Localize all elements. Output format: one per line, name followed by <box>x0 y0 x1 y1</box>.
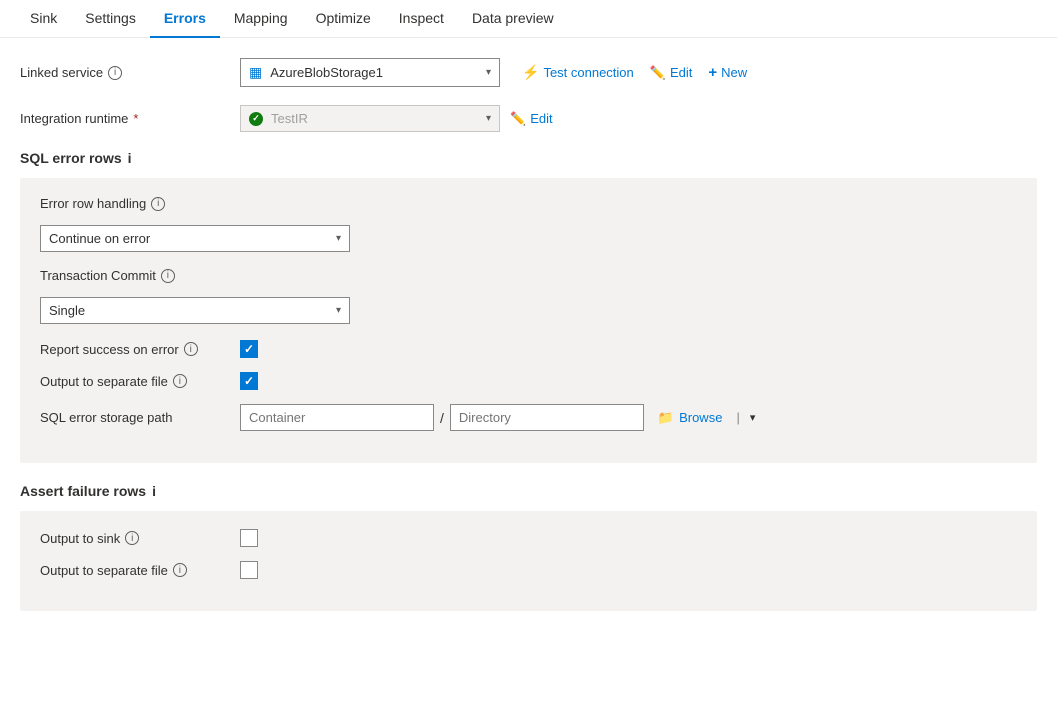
runtime-dropdown-chevron-icon: ▾ <box>486 113 491 124</box>
linked-service-control: ▦ AzureBlobStorage1 ▾ ⚡ Test connection … <box>240 58 747 87</box>
report-success-checkbox[interactable] <box>240 340 258 358</box>
transaction-commit-control: Single ▾ <box>40 297 1017 324</box>
edit-runtime-icon: ✏️ <box>510 111 526 127</box>
linked-service-label: Linked service i <box>20 65 240 80</box>
transaction-commit-chevron-icon: ▾ <box>336 305 341 316</box>
integration-runtime-row: Integration runtime * TestIR ▾ ✏️ Edit <box>20 105 1037 132</box>
edit-linked-service-icon: ✏️ <box>650 65 666 81</box>
linked-service-dropdown[interactable]: ▦ AzureBlobStorage1 ▾ <box>240 58 500 87</box>
assert-failure-rows-box: Output to sink i Output to separate file… <box>20 511 1037 611</box>
output-to-sink-row: Output to sink i <box>40 529 1017 547</box>
error-row-handling-row: Error row handling i <box>40 196 1017 211</box>
report-success-row: Report success on error i <box>40 340 1017 358</box>
tab-bar: Sink Settings Errors Mapping Optimize In… <box>0 0 1057 38</box>
linked-service-row: Linked service i ▦ AzureBlobStorage1 ▾ ⚡… <box>20 58 1037 87</box>
storage-path-controls: / 📁 Browse | ▾ <box>240 404 759 431</box>
error-row-handling-dropdown[interactable]: Continue on error ▾ <box>40 225 350 252</box>
transaction-commit-row: Transaction Commit i <box>40 268 1017 283</box>
assert-failure-rows-header: Assert failure rows i <box>20 483 1037 499</box>
tab-settings[interactable]: Settings <box>71 0 150 38</box>
path-separator: / <box>440 410 444 426</box>
tab-data-preview[interactable]: Data preview <box>458 0 568 38</box>
tab-mapping[interactable]: Mapping <box>220 0 302 38</box>
assert-output-separate-info-icon: i <box>173 563 187 577</box>
assert-failure-rows-info-icon: i <box>152 483 156 499</box>
sql-error-rows-header: SQL error rows i <box>20 150 1037 166</box>
assert-output-separate-checkbox[interactable] <box>240 561 258 579</box>
transaction-commit-dropdown[interactable]: Single ▾ <box>40 297 350 324</box>
main-content: Linked service i ▦ AzureBlobStorage1 ▾ ⚡… <box>0 38 1057 651</box>
browse-divider: | <box>736 410 739 425</box>
edit-linked-service-link[interactable]: ✏️ Edit <box>650 65 693 81</box>
report-success-info-icon: i <box>184 342 198 356</box>
storage-icon: ▦ <box>249 64 262 81</box>
new-linked-service-icon: + <box>708 64 717 81</box>
edit-runtime-link[interactable]: ✏️ Edit <box>510 111 553 127</box>
test-connection-icon: ⚡ <box>522 64 539 81</box>
integration-runtime-control: TestIR ▾ ✏️ Edit <box>240 105 553 132</box>
output-to-sink-info-icon: i <box>125 531 139 545</box>
transaction-commit-info-icon: i <box>161 269 175 283</box>
runtime-status-icon <box>249 112 263 126</box>
browse-button[interactable]: 📁 Browse <box>650 405 731 431</box>
output-separate-file-info-icon: i <box>173 374 187 388</box>
storage-path-label: SQL error storage path <box>40 410 240 425</box>
report-success-label: Report success on error i <box>40 342 240 357</box>
folder-icon: 📁 <box>658 410 674 426</box>
error-row-handling-label: Error row handling i <box>40 196 240 211</box>
tab-inspect[interactable]: Inspect <box>385 0 458 38</box>
error-row-handling-control: Continue on error ▾ <box>40 225 1017 252</box>
output-separate-file-label: Output to separate file i <box>40 374 240 389</box>
transaction-commit-label: Transaction Commit i <box>40 268 240 283</box>
linked-service-chevron-icon: ▾ <box>486 67 491 78</box>
integration-runtime-label: Integration runtime * <box>20 111 240 126</box>
new-linked-service-link[interactable]: + New <box>708 64 747 81</box>
assert-output-separate-label: Output to separate file i <box>40 563 240 578</box>
assert-output-separate-row: Output to separate file i <box>40 561 1017 579</box>
output-to-sink-checkbox[interactable] <box>240 529 258 547</box>
container-input[interactable] <box>240 404 434 431</box>
output-separate-file-row: Output to separate file i <box>40 372 1017 390</box>
sql-error-rows-info-icon: i <box>128 150 132 166</box>
sql-error-rows-box: Error row handling i Continue on error ▾… <box>20 178 1037 463</box>
error-row-handling-chevron-icon: ▾ <box>336 233 341 244</box>
linked-service-actions: ⚡ Test connection ✏️ Edit + New <box>522 64 747 81</box>
test-connection-link[interactable]: ⚡ Test connection <box>522 64 634 81</box>
storage-path-row: SQL error storage path / 📁 Browse | ▾ <box>40 404 1017 431</box>
tab-sink[interactable]: Sink <box>16 0 71 38</box>
tab-errors[interactable]: Errors <box>150 0 220 38</box>
output-to-sink-label: Output to sink i <box>40 531 240 546</box>
output-separate-file-checkbox[interactable] <box>240 372 258 390</box>
tab-optimize[interactable]: Optimize <box>302 0 385 38</box>
browse-dropdown-chevron-icon[interactable]: ▾ <box>746 406 760 429</box>
linked-service-info-icon: i <box>108 66 122 80</box>
directory-input[interactable] <box>450 404 644 431</box>
error-row-handling-info-icon: i <box>151 197 165 211</box>
integration-runtime-dropdown[interactable]: TestIR ▾ <box>240 105 500 132</box>
